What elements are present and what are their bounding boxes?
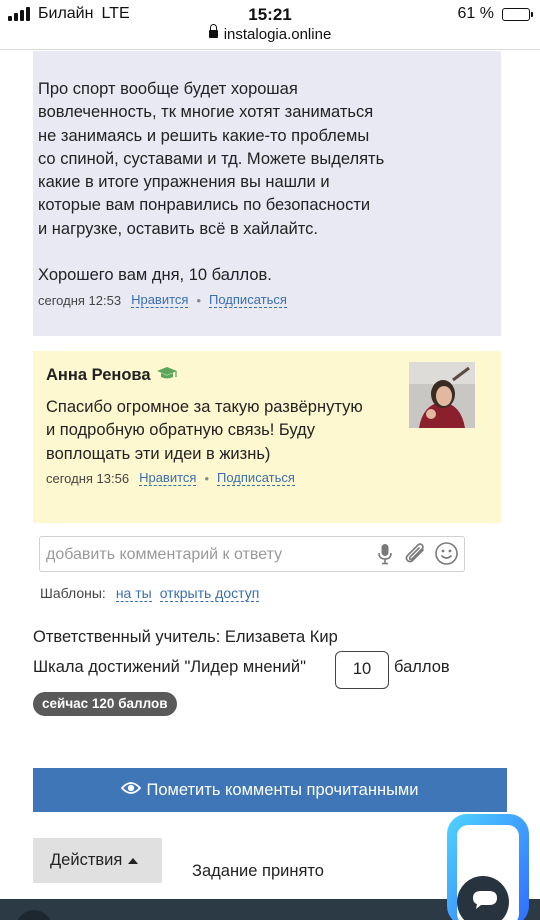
chat-icon bbox=[447, 814, 529, 920]
battery-percent: 61 % bbox=[457, 5, 494, 22]
answer-like-link[interactable]: Нравится bbox=[131, 292, 189, 308]
battery-info: 61 % bbox=[457, 5, 533, 23]
lock-icon bbox=[208, 24, 218, 38]
microphone-icon[interactable] bbox=[378, 543, 392, 570]
comment-card: Анна Ренова Спасибо огромное за такую ра… bbox=[33, 351, 501, 523]
status-bar: Билайн LTE 15:21 instalogia.online 61 % bbox=[0, 0, 540, 50]
smiley-icon[interactable] bbox=[434, 541, 459, 571]
templates-row: Шаблоны: на ты открыть доступ bbox=[40, 585, 260, 602]
template-link-na-ty[interactable]: на ты bbox=[115, 585, 152, 602]
answer-card: Про спорт вообще будет хорошая вовлеченн… bbox=[33, 51, 501, 336]
separator-dot: • bbox=[196, 292, 202, 308]
chat-widget[interactable] bbox=[443, 812, 533, 920]
caret-up-icon bbox=[128, 858, 139, 864]
actions-dropdown-button[interactable]: Действия bbox=[33, 838, 162, 883]
current-score-badge: сейчас 120 баллов bbox=[33, 692, 177, 716]
answer-text: Про спорт вообще будет хорошая вовлеченн… bbox=[38, 80, 385, 285]
score-input[interactable]: 10 bbox=[335, 651, 389, 689]
comment-input[interactable] bbox=[46, 543, 366, 567]
url-text: instalogia.online bbox=[223, 26, 332, 43]
address-bar[interactable]: instalogia.online bbox=[0, 24, 540, 43]
avatar[interactable] bbox=[409, 362, 475, 428]
answer-subscribe-link[interactable]: Подписаться bbox=[209, 292, 287, 308]
mark-read-label: Пометить комменты прочитанными bbox=[146, 780, 419, 799]
template-link-open-access[interactable]: открыть доступ bbox=[159, 585, 260, 602]
comment-time: сегодня 13:56 bbox=[46, 470, 130, 486]
separator-dot: • bbox=[204, 470, 210, 486]
responsible-teacher: Ответственный учитель: Елизавета Кир bbox=[33, 628, 338, 646]
actions-label: Действия bbox=[50, 851, 123, 869]
paperclip-icon[interactable] bbox=[404, 543, 428, 570]
author-name: Анна Ренова bbox=[46, 366, 151, 384]
task-status: Задание принято bbox=[192, 862, 324, 880]
comment-author[interactable]: Анна Ренова bbox=[46, 366, 178, 385]
comment-text: Спасибо огромное за такую развёрнутую и … bbox=[46, 398, 363, 463]
mark-read-button[interactable]: Пометить комменты прочитанными bbox=[33, 768, 507, 812]
answer-meta: сегодня 12:53 Нравится • Подписаться bbox=[38, 292, 287, 308]
answer-time: сегодня 12:53 bbox=[38, 292, 122, 308]
battery-icon bbox=[502, 7, 533, 21]
graduation-cap-icon bbox=[156, 366, 178, 385]
comment-like-link[interactable]: Нравится bbox=[139, 470, 197, 486]
scale-unit: баллов bbox=[394, 658, 450, 676]
comment-input-box[interactable] bbox=[39, 536, 465, 572]
comment-meta: сегодня 13:56 Нравится • Подписаться bbox=[46, 470, 295, 486]
templates-label: Шаблоны: bbox=[40, 585, 106, 601]
comment-subscribe-link[interactable]: Подписаться bbox=[217, 470, 295, 486]
eye-icon bbox=[121, 781, 142, 800]
scale-label: Шкала достижений "Лидер мнений" bbox=[33, 658, 306, 676]
